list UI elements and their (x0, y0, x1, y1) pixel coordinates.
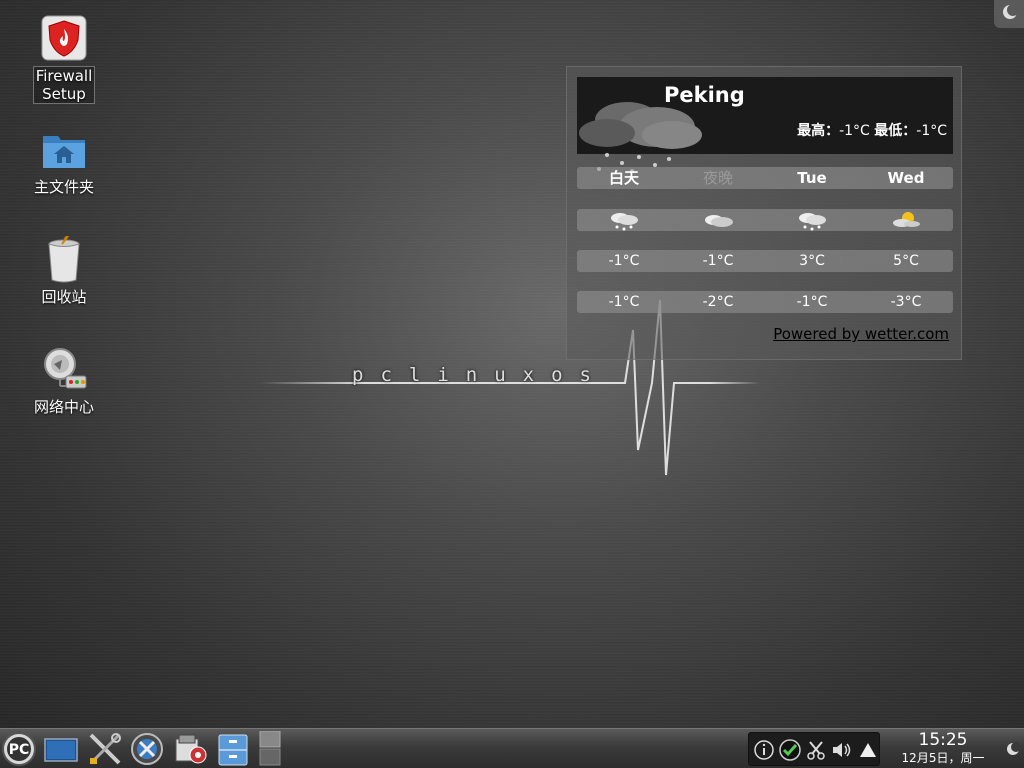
desktop-icon-label: Firewall (35, 67, 93, 85)
weather-low-temp: -2°C (702, 294, 734, 310)
desktop-icon-label: 回收站 (41, 288, 87, 306)
weather-day: Tue (797, 169, 827, 187)
weather-low-temp: -1°C (608, 294, 640, 310)
control-center-icon (131, 733, 163, 765)
moon-icon (1007, 742, 1021, 755)
weather-day: 白天 (608, 169, 639, 187)
tools-icon (89, 733, 121, 765)
weather-lows-row: -1°C -2°C -1°C -3°C (577, 291, 953, 313)
tray-volume-button[interactable] (831, 739, 853, 761)
weather-day: Wed (887, 169, 925, 187)
home-folder-icon (40, 126, 88, 174)
panel-toolbox-button[interactable] (1002, 735, 1024, 763)
sun-cloud-icon (893, 212, 920, 227)
weather-high-low: 最高：-1°C 最低：-1°C (797, 120, 947, 140)
desktop-screen-icon (44, 738, 78, 762)
desktop: Firewall Setup 主文件夹 回收站 网络中心 pclinuxos P… (0, 0, 1024, 768)
triangle-up-icon (860, 743, 876, 757)
weather-header: Peking 最高：-1°C 最低：-1°C (577, 77, 953, 173)
system-settings-button[interactable] (86, 731, 124, 767)
desktop-icon-label: 主文件夹 (33, 178, 94, 196)
tray-expand-button[interactable] (857, 739, 879, 761)
file-manager-button[interactable] (214, 731, 252, 767)
pc-launcher-icon: PC (2, 732, 36, 766)
launcher-label: PC (9, 742, 30, 758)
info-icon (754, 740, 774, 760)
volume-icon (833, 743, 851, 757)
clock-date: 12月5日，周一 (901, 751, 985, 765)
trash-icon (40, 233, 88, 284)
scissors-icon (807, 741, 825, 760)
pclinuxos-logo-text: pclinuxos (352, 364, 608, 386)
digital-clock[interactable]: 15:25 12月5日，周一 (890, 730, 996, 766)
weather-days-row: 白天 夜晚 Tue Wed (577, 167, 953, 189)
clock-time: 15:25 (918, 730, 968, 750)
weather-widget: Peking 最高：-1°C 最低：-1°C 白天 夜晚 Tue Wed -1°… (566, 66, 962, 360)
desktop-icon-label: 网络中心 (33, 398, 94, 416)
weather-low-label: 最低： (874, 123, 917, 139)
moon-icon (1003, 4, 1019, 19)
file-cabinet-icon (218, 734, 248, 766)
desktop-icon-label: Setup (42, 85, 86, 103)
weather-high-value: -1°C (839, 123, 870, 139)
desktop-icon-trash[interactable]: 回收站 (16, 233, 112, 306)
system-tray (748, 732, 880, 766)
weather-powered-by-link[interactable]: Powered by wetter.com (773, 325, 949, 343)
show-desktop-button[interactable] (42, 731, 80, 767)
taskbar: PC 15:25 12月5日，周一 (0, 728, 1024, 768)
package-manager-icon (175, 734, 207, 764)
cloud-icon (705, 215, 733, 227)
weather-highs-row: -1°C -1°C 3°C 5°C (577, 250, 953, 272)
desktop-icon-home-folder[interactable]: 主文件夹 (16, 126, 112, 196)
weather-high-temp: -1°C (702, 253, 734, 269)
tray-update-status-button[interactable] (779, 739, 801, 761)
weather-high-temp: -1°C (608, 253, 640, 269)
desktop-icon-firewall-setup[interactable]: Firewall Setup (16, 14, 112, 104)
weather-high-temp: 5°C (893, 253, 919, 269)
desktop-icon-network-center[interactable]: 网络中心 (16, 346, 112, 416)
pager-button[interactable] (258, 730, 282, 767)
control-center-button[interactable] (128, 731, 166, 767)
weather-high-label: 最高： (797, 123, 840, 139)
weather-low-temp: -3°C (890, 294, 922, 310)
virtual-desktop-pager-icon (259, 730, 281, 766)
snow-cloud-icon (611, 213, 638, 231)
weather-high-temp: 3°C (799, 253, 825, 269)
application-launcher-button[interactable]: PC (0, 731, 38, 767)
tray-info-button[interactable] (753, 739, 775, 761)
network-center-icon (40, 346, 88, 394)
firewall-shield-icon (40, 14, 88, 62)
weather-city: Peking (664, 83, 745, 107)
package-manager-button[interactable] (170, 731, 208, 767)
snow-cloud-icon (799, 213, 826, 231)
desktop-toolbox-button[interactable] (994, 0, 1024, 28)
tray-clipboard-button[interactable] (805, 739, 827, 761)
weather-low-temp: -1°C (796, 294, 828, 310)
weather-icons-row (577, 209, 953, 231)
weather-day: 夜晚 (702, 169, 733, 187)
weather-low-value: -1°C (916, 123, 947, 139)
check-icon (779, 739, 801, 761)
